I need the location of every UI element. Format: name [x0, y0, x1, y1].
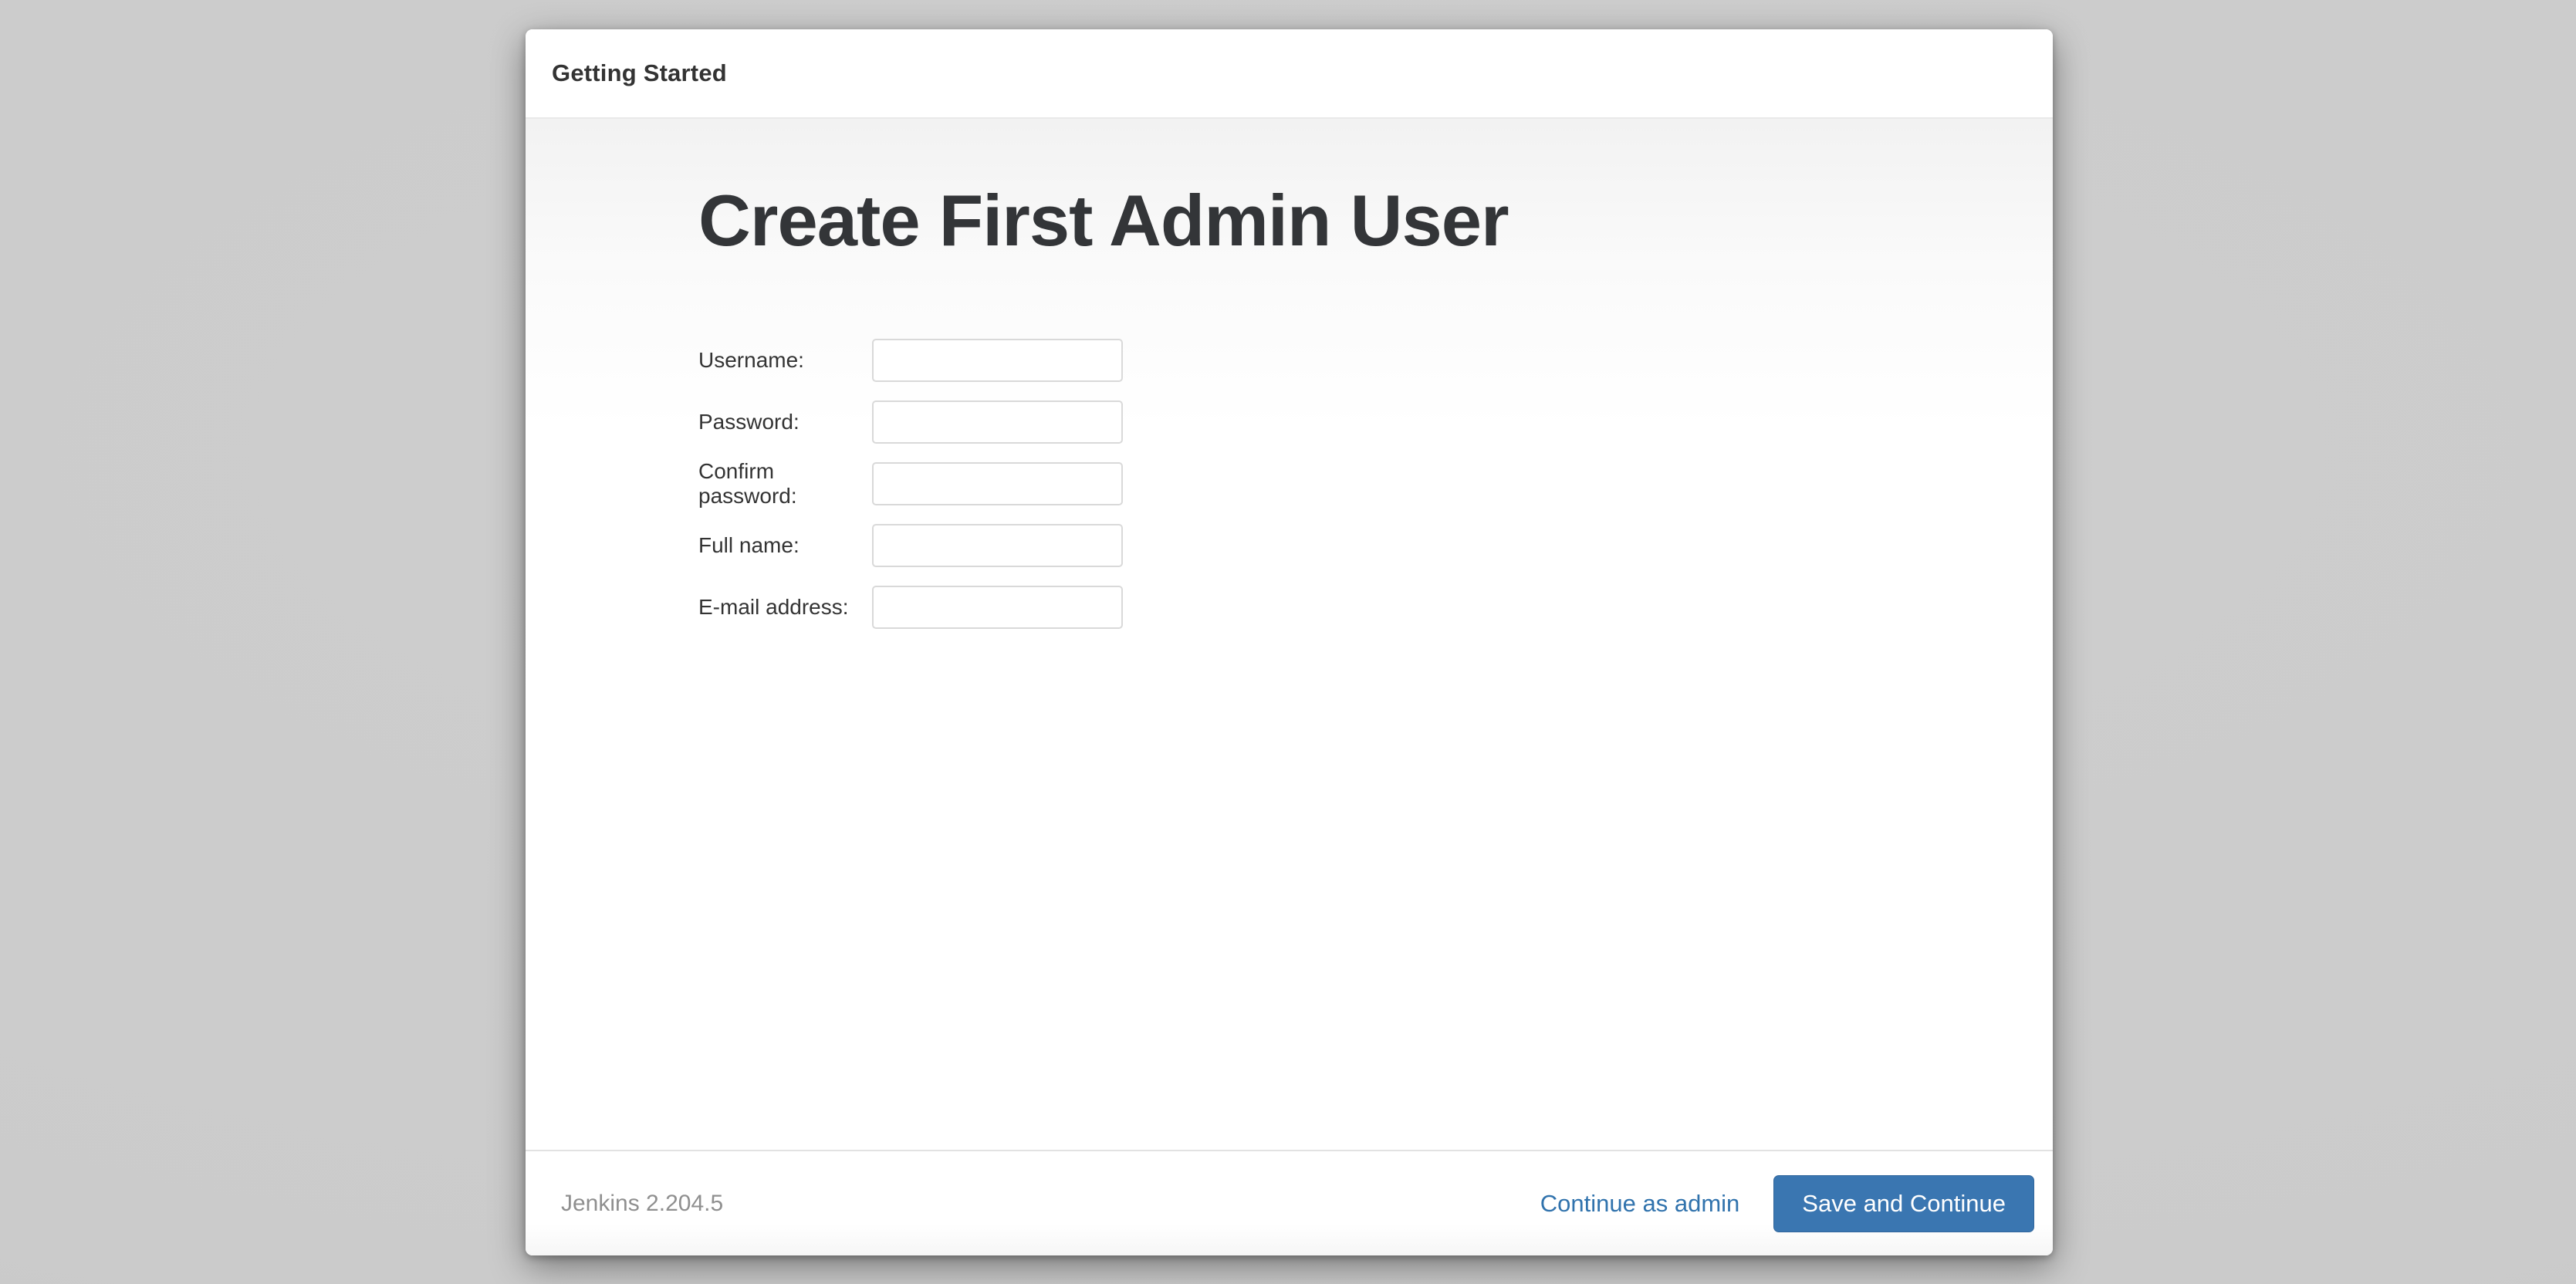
create-admin-form: Username: Password: Confirm password: Fu… [698, 339, 2053, 629]
dialog-content: Create First Admin User Username: Passwo… [526, 119, 2053, 1150]
form-row-confirm-password: Confirm password: [698, 462, 2053, 505]
username-input[interactable] [872, 339, 1123, 382]
jenkins-version-label: Jenkins 2.204.5 [561, 1191, 723, 1217]
confirm-password-input[interactable] [872, 462, 1123, 505]
continue-as-admin-link[interactable]: Continue as admin [1540, 1190, 1740, 1218]
password-input[interactable] [872, 400, 1123, 444]
page-title: Create First Admin User [698, 177, 2053, 265]
desktop-background: { "header": { "title": "Getting Started"… [0, 0, 2576, 1284]
fullname-input[interactable] [872, 524, 1123, 567]
form-row-email: E-mail address: [698, 586, 2053, 629]
save-and-continue-button[interactable]: Save and Continue [1773, 1175, 2034, 1232]
setup-wizard-dialog: Getting Started Create First Admin User … [526, 29, 2053, 1255]
dialog-footer: Jenkins 2.204.5 Continue as admin Save a… [526, 1150, 2053, 1255]
password-label: Password: [698, 410, 872, 434]
fullname-label: Full name: [698, 533, 872, 558]
email-label: E-mail address: [698, 595, 872, 620]
form-row-password: Password: [698, 400, 2053, 444]
username-label: Username: [698, 348, 872, 373]
dialog-title: Getting Started [552, 59, 727, 87]
email-input[interactable] [872, 586, 1123, 629]
form-row-username: Username: [698, 339, 2053, 382]
form-row-fullname: Full name: [698, 524, 2053, 567]
dialog-header: Getting Started [526, 29, 2053, 119]
confirm-password-label: Confirm password: [698, 459, 872, 509]
